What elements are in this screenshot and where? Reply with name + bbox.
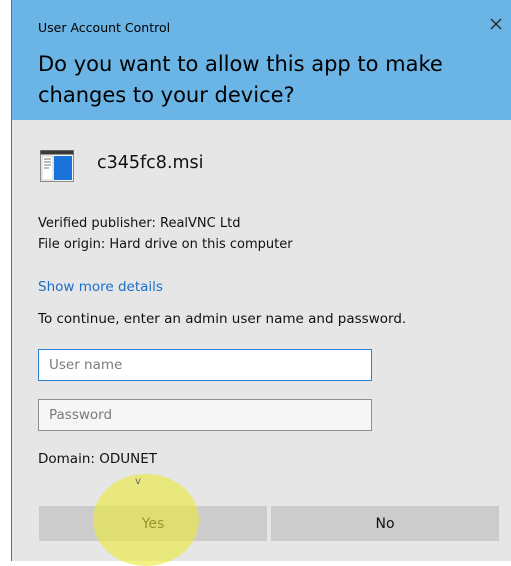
origin-text: File origin: Hard drive on this computer xyxy=(38,237,293,252)
show-more-details-link[interactable]: Show more details xyxy=(38,279,163,295)
credential-instruction: To continue, enter an admin user name an… xyxy=(38,311,407,327)
msi-installer-icon xyxy=(40,150,74,182)
domain-label: Domain: ODUNET xyxy=(38,451,158,467)
password-field[interactable] xyxy=(38,399,372,431)
no-button[interactable]: No xyxy=(271,506,499,541)
publisher-text: Verified publisher: RealVNC Ltd xyxy=(38,216,241,231)
yes-button[interactable]: Yes xyxy=(39,506,267,541)
app-metadata: Verified publisher: RealVNC Ltd File ori… xyxy=(38,213,293,255)
app-name: c345fc8.msi xyxy=(97,153,204,173)
username-field[interactable] xyxy=(38,349,372,381)
uac-dialog: User Account Control Do you want to allo… xyxy=(11,0,511,561)
dialog-question: Do you want to allow this app to make ch… xyxy=(38,52,443,107)
close-icon[interactable] xyxy=(487,15,505,33)
dialog-header: User Account Control Do you want to allo… xyxy=(12,0,511,120)
window-title: User Account Control xyxy=(38,20,171,35)
dialog-body: c345fc8.msi Verified publisher: RealVNC … xyxy=(12,120,511,561)
